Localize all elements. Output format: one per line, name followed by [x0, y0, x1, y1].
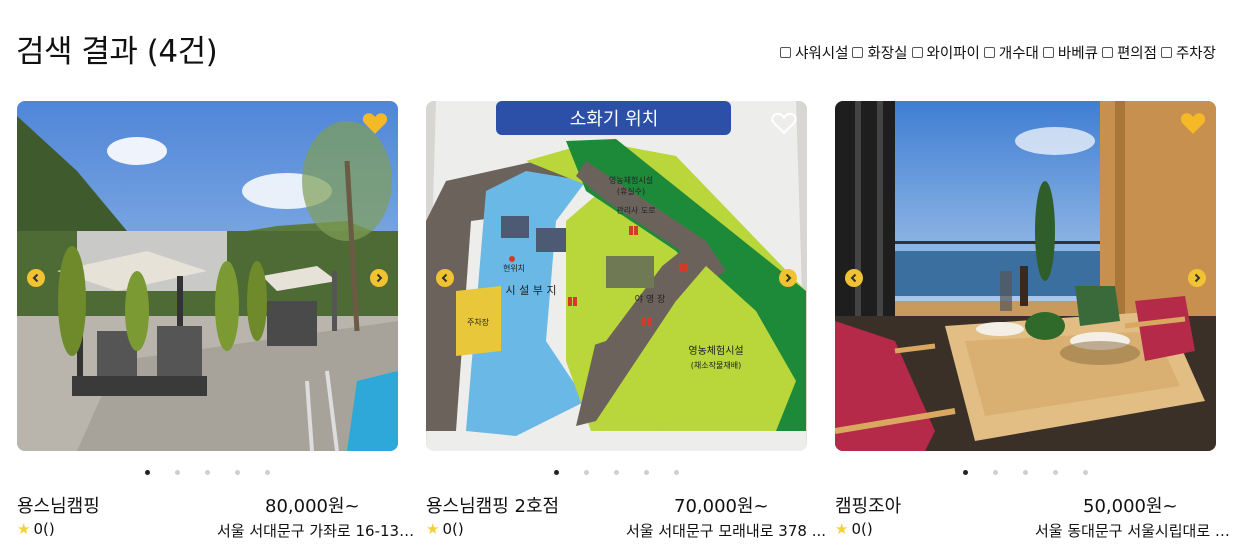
checkbox[interactable]: [1160, 47, 1172, 58]
carousel-dot[interactable]: [614, 470, 619, 475]
map-label: 영농체험시설: [688, 345, 743, 357]
filter-label: 화장실: [867, 46, 908, 62]
checkbox[interactable]: [1042, 47, 1054, 58]
campsite-photo[interactable]: [835, 101, 1216, 451]
filter-store[interactable]: 편의점: [1101, 42, 1157, 63]
result-card[interactable]: 소화기 위치 영농체험시설 (휴실수) 관리사 도로 현위치 시 설 부 지 야…: [426, 101, 826, 555]
carousel-dot[interactable]: [1053, 470, 1058, 475]
map-label: 야 영 장: [635, 294, 666, 305]
campsite-gazebo-pool-image: [17, 101, 398, 451]
star-icon: ★: [835, 520, 849, 538]
campsite-name[interactable]: 용스님캠핑 2호점: [426, 492, 559, 518]
campsite-price: 50,000원~: [1083, 496, 1178, 517]
star-icon: ★: [17, 520, 31, 538]
heart-icon[interactable]: [1180, 111, 1206, 135]
carousel-dot[interactable]: [963, 470, 968, 475]
map-label: 영농체험시설: [609, 175, 653, 185]
heart-outline-icon[interactable]: [771, 111, 797, 135]
fire-extinguisher-map-image: 소화기 위치 영농체험시설 (휴실수) 관리사 도로 현위치 시 설 부 지 야…: [426, 101, 807, 451]
filter-toilet[interactable]: 화장실: [852, 42, 908, 63]
campsite-photo[interactable]: 소화기 위치 영농체험시설 (휴실수) 관리사 도로 현위치 시 설 부 지 야…: [426, 101, 807, 451]
rating-value: 0(): [442, 520, 464, 538]
carousel-dot[interactable]: [674, 470, 679, 475]
checkbox[interactable]: [1101, 47, 1113, 58]
carousel-dot[interactable]: [235, 470, 240, 475]
map-label: 주차장: [467, 317, 490, 327]
ocean-view-terrace-image: [835, 101, 1216, 451]
next-image-button[interactable]: [1188, 269, 1206, 287]
map-label: 시 설 부 지: [506, 284, 557, 297]
chevron-right-icon: [1194, 273, 1201, 283]
prev-image-button[interactable]: [27, 269, 45, 287]
chevron-left-icon: [441, 273, 448, 283]
carousel-dot[interactable]: [584, 470, 589, 475]
carousel-dot[interactable]: [554, 470, 559, 475]
star-icon: ★: [426, 520, 440, 538]
filter-sink[interactable]: 개수대: [983, 42, 1039, 63]
carousel-dot[interactable]: [205, 470, 210, 475]
carousel-dot[interactable]: [265, 470, 270, 475]
filter-wifi[interactable]: 와이파이: [911, 42, 980, 63]
filter-label: 샤워시설: [795, 46, 849, 62]
filter-label: 개수대: [998, 46, 1039, 62]
checkbox[interactable]: [780, 47, 792, 58]
campsite-address: 서울 서대문구 모래내로 378 ...: [626, 522, 827, 540]
rating: ★ 0(): [835, 520, 873, 538]
map-label: 관리사 도로: [616, 205, 655, 215]
map-sign-title: 소화기 위치: [570, 109, 659, 130]
next-image-button[interactable]: [370, 269, 388, 287]
checkbox[interactable]: [983, 47, 995, 58]
carousel-dot[interactable]: [644, 470, 649, 475]
rating: ★ 0(): [17, 520, 55, 538]
campsite-price: 70,000원~: [674, 496, 769, 517]
heart-icon[interactable]: [362, 111, 388, 135]
page-title: 검색 결과 (4건): [16, 34, 218, 70]
checkbox[interactable]: [852, 47, 864, 58]
campsite-photo[interactable]: [17, 101, 398, 451]
filter-label: 와이파이: [926, 46, 980, 62]
chevron-left-icon: [850, 273, 857, 283]
checkbox[interactable]: [911, 47, 923, 58]
filter-label: 편의점: [1116, 46, 1157, 62]
filter-bbq[interactable]: 바베큐: [1042, 42, 1098, 63]
prev-image-button[interactable]: [436, 269, 454, 287]
filter-parking[interactable]: 주차장: [1160, 42, 1216, 63]
map-label: (채소작물재배): [691, 360, 741, 370]
result-card[interactable]: 용스님캠핑 80,000원~ ★0() 서울 서대문구 가좌로 16-13 (남…: [17, 101, 418, 555]
amenity-filters: 샤워시설 화장실 와이파이 개수대 바베큐 편의점 주차장: [776, 42, 1216, 63]
campsite-name[interactable]: 캠핑조아: [835, 492, 901, 518]
carousel-dot[interactable]: [175, 470, 180, 475]
campsite-address: 서울 서대문구 가좌로 16-13 (남가좌동): [217, 522, 418, 540]
chevron-right-icon: [376, 273, 383, 283]
campsite-address: 서울 동대문구 서울시립대로 7...: [1035, 522, 1235, 540]
filter-shower[interactable]: 샤워시설: [780, 42, 848, 63]
campsite-name[interactable]: 용스님캠핑: [17, 492, 100, 518]
carousel-dot[interactable]: [1023, 470, 1028, 475]
map-label: (휴실수): [617, 186, 645, 196]
chevron-left-icon: [32, 273, 39, 283]
rating-value: 0(): [33, 520, 55, 538]
filter-label: 바베큐: [1057, 46, 1098, 62]
carousel-dot[interactable]: [993, 470, 998, 475]
filter-label: 주차장: [1175, 46, 1216, 62]
carousel-dot[interactable]: [1083, 470, 1088, 475]
chevron-right-icon: [785, 273, 792, 283]
result-card[interactable]: 캠핑조아 50,000원~ ★ 0() 서울 동대문구 서울시립대로 7...: [835, 101, 1235, 555]
next-image-button[interactable]: [779, 269, 797, 287]
map-label: 현위치: [503, 264, 525, 273]
rating: ★ 0(): [426, 520, 464, 538]
campsite-price: 80,000원~: [265, 496, 360, 517]
rating-value: 0(): [851, 520, 873, 538]
carousel-dot[interactable]: [145, 470, 150, 475]
prev-image-button[interactable]: [845, 269, 863, 287]
